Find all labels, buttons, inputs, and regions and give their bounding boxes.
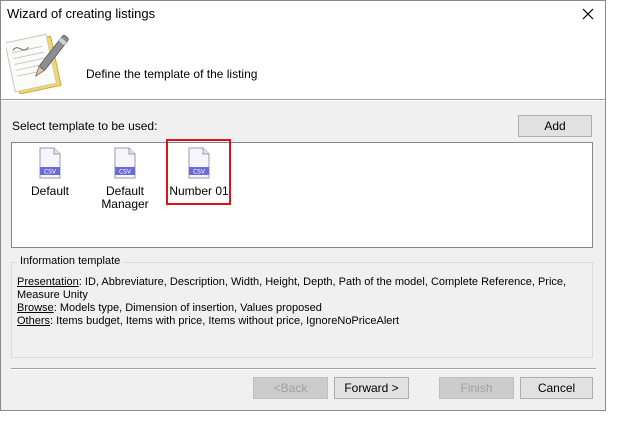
info-line-presentation: Presentation: ID, Abbreviature, Descript… <box>17 276 587 302</box>
notepad-pen-icon <box>6 33 69 94</box>
template-item-default[interactable]: CSV Default <box>13 147 87 198</box>
selection-highlight-box <box>166 139 231 205</box>
info-value: Models type, Dimension of insertion, Val… <box>59 302 322 314</box>
template-label: Default <box>30 184 70 198</box>
footer-divider <box>11 368 596 370</box>
info-line-browse: Browse: Models type, Dimension of insert… <box>17 302 587 315</box>
info-value: Items budget, Items with price, Items wi… <box>56 315 400 327</box>
information-template-legend: Information template <box>17 255 124 267</box>
information-template-body: Presentation: ID, Abbreviature, Descript… <box>17 276 587 328</box>
back-button[interactable]: <Back <box>253 377 328 399</box>
csv-file-icon: CSV <box>114 147 136 179</box>
cancel-button[interactable]: Cancel <box>520 377 593 399</box>
svg-text:CSV: CSV <box>119 169 132 176</box>
close-button[interactable] <box>571 1 605 27</box>
info-key: Presentation <box>17 276 79 288</box>
wizard-header: Define the template of the listing <box>1 27 605 99</box>
info-key: Others <box>17 315 51 327</box>
forward-button[interactable]: Forward > <box>334 377 409 399</box>
select-template-label: Select template to be used: <box>12 119 158 133</box>
template-item-default-manager[interactable]: CSV Default Manager <box>88 147 162 211</box>
wizard-window: Wizard of creating listings Define the t… <box>0 0 606 411</box>
info-key: Browse <box>17 302 54 314</box>
svg-text:CSV: CSV <box>44 169 57 176</box>
csv-file-icon: CSV <box>39 147 61 179</box>
header-divider <box>1 99 605 101</box>
template-list[interactable]: CSV Default CSV Default Manager CSV Numb… <box>11 142 593 248</box>
finish-button[interactable]: Finish <box>439 377 514 399</box>
add-button[interactable]: Add <box>518 115 592 137</box>
template-label: Default Manager <box>101 184 149 211</box>
information-template-group: Information template Presentation: ID, A… <box>11 255 593 358</box>
header-description: Define the template of the listing <box>86 67 258 81</box>
close-icon <box>582 8 594 20</box>
title-bar: Wizard of creating listings <box>1 1 605 27</box>
window-title: Wizard of creating listings <box>7 6 156 21</box>
info-value: ID, Abbreviature, Description, Width, He… <box>17 276 567 301</box>
info-line-others: Others: Items budget, Items with price, … <box>17 315 587 328</box>
